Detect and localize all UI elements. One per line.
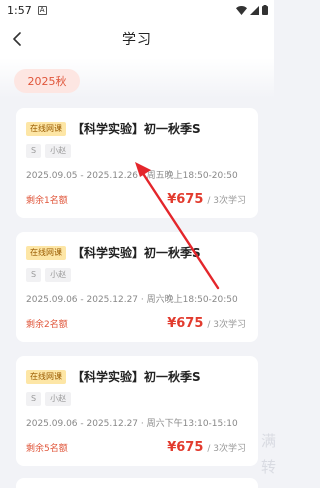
course-title: 【科学实验】初一秋季S (72, 122, 201, 136)
semester-filter-chip[interactable]: 2025秋 (14, 69, 80, 93)
lesson-count: / 3次学习 (207, 320, 246, 330)
signal-icon (250, 5, 259, 15)
level-tag: S (26, 268, 42, 282)
course-footer: 剩余5名额 ¥675 / 3次学习 (26, 440, 246, 455)
page-title: 学习 (122, 32, 152, 48)
teacher-tag: 小赵 (45, 392, 72, 406)
lesson-count: / 3次学习 (207, 196, 246, 206)
level-tag: S (26, 144, 42, 158)
level-tag: S (26, 392, 42, 406)
course-tags: S 小赵 (26, 268, 72, 282)
course-header: 在线网课 【科学实验】初一秋季S (26, 120, 201, 137)
course-footer: 剩余2名额 ¥675 / 3次学习 (26, 316, 246, 331)
remaining-seats: 剩余1名额 (26, 196, 68, 206)
course-card[interactable]: 在线网课 【科学实验】初一秋季S S 小赵 2025.09.06 - 2025.… (16, 356, 258, 466)
course-schedule: 2025.09.05 - 2025.12.26 · 周五晚上18:50-20:5… (26, 171, 238, 181)
course-price: ¥675 (167, 440, 204, 455)
wifi-icon (236, 5, 247, 15)
course-title: 【科学实验】初一秋季S (72, 246, 201, 260)
chevron-left-icon (13, 32, 21, 46)
course-footer: 剩余1名额 ¥675 / 3次学习 (26, 192, 246, 207)
online-course-badge: 在线网课 (26, 121, 66, 136)
watermark-text: 满 (260, 432, 276, 450)
course-card[interactable]: 在线网课 【科学实验】初一秋季S S 小赵 2025.09.06 - 2025.… (16, 232, 258, 342)
notification-icon: A (37, 5, 47, 15)
course-header: 在线网课 【科学实验】初一秋季S (26, 368, 201, 385)
course-tags: S 小赵 (26, 144, 72, 158)
price-info: ¥675 / 3次学习 (167, 316, 246, 331)
course-tags: S 小赵 (26, 392, 72, 406)
teacher-tag: 小赵 (45, 268, 72, 282)
course-title: 【科学实验】初一秋季S (72, 370, 201, 384)
course-price: ¥675 (167, 192, 204, 207)
teacher-tag: 小赵 (45, 144, 72, 158)
watermark-text: 转 (260, 458, 276, 476)
status-bar: 1:57 A (0, 0, 274, 20)
online-course-badge: 在线网课 (26, 369, 66, 384)
course-header: 在线网课 【科学实验】初一秋季S (26, 244, 201, 261)
back-button[interactable] (6, 28, 28, 50)
course-price: ¥675 (167, 316, 204, 331)
lesson-count: / 3次学习 (207, 444, 246, 454)
top-nav-bar: 学习 (0, 20, 274, 58)
status-icons (236, 5, 268, 15)
remaining-seats: 剩余5名额 (26, 444, 68, 454)
remaining-seats: 剩余2名额 (26, 320, 68, 330)
online-course-badge: 在线网课 (26, 245, 66, 260)
course-schedule: 2025.09.06 - 2025.12.27 · 周六下午13:10-15:1… (26, 419, 238, 429)
next-course-card-edge (16, 478, 258, 488)
price-info: ¥675 / 3次学习 (167, 192, 246, 207)
course-card[interactable]: 在线网课 【科学实验】初一秋季S S 小赵 2025.09.05 - 2025.… (16, 108, 258, 218)
status-time: 1:57 (7, 3, 32, 17)
price-info: ¥675 / 3次学习 (167, 440, 246, 455)
battery-icon (262, 5, 268, 15)
course-list-area: 2025秋 在线网课 【科学实验】初一秋季S S 小赵 2025.09.05 -… (0, 58, 276, 488)
course-schedule: 2025.09.06 - 2025.12.27 · 周六晚上18:50-20:5… (26, 295, 238, 305)
